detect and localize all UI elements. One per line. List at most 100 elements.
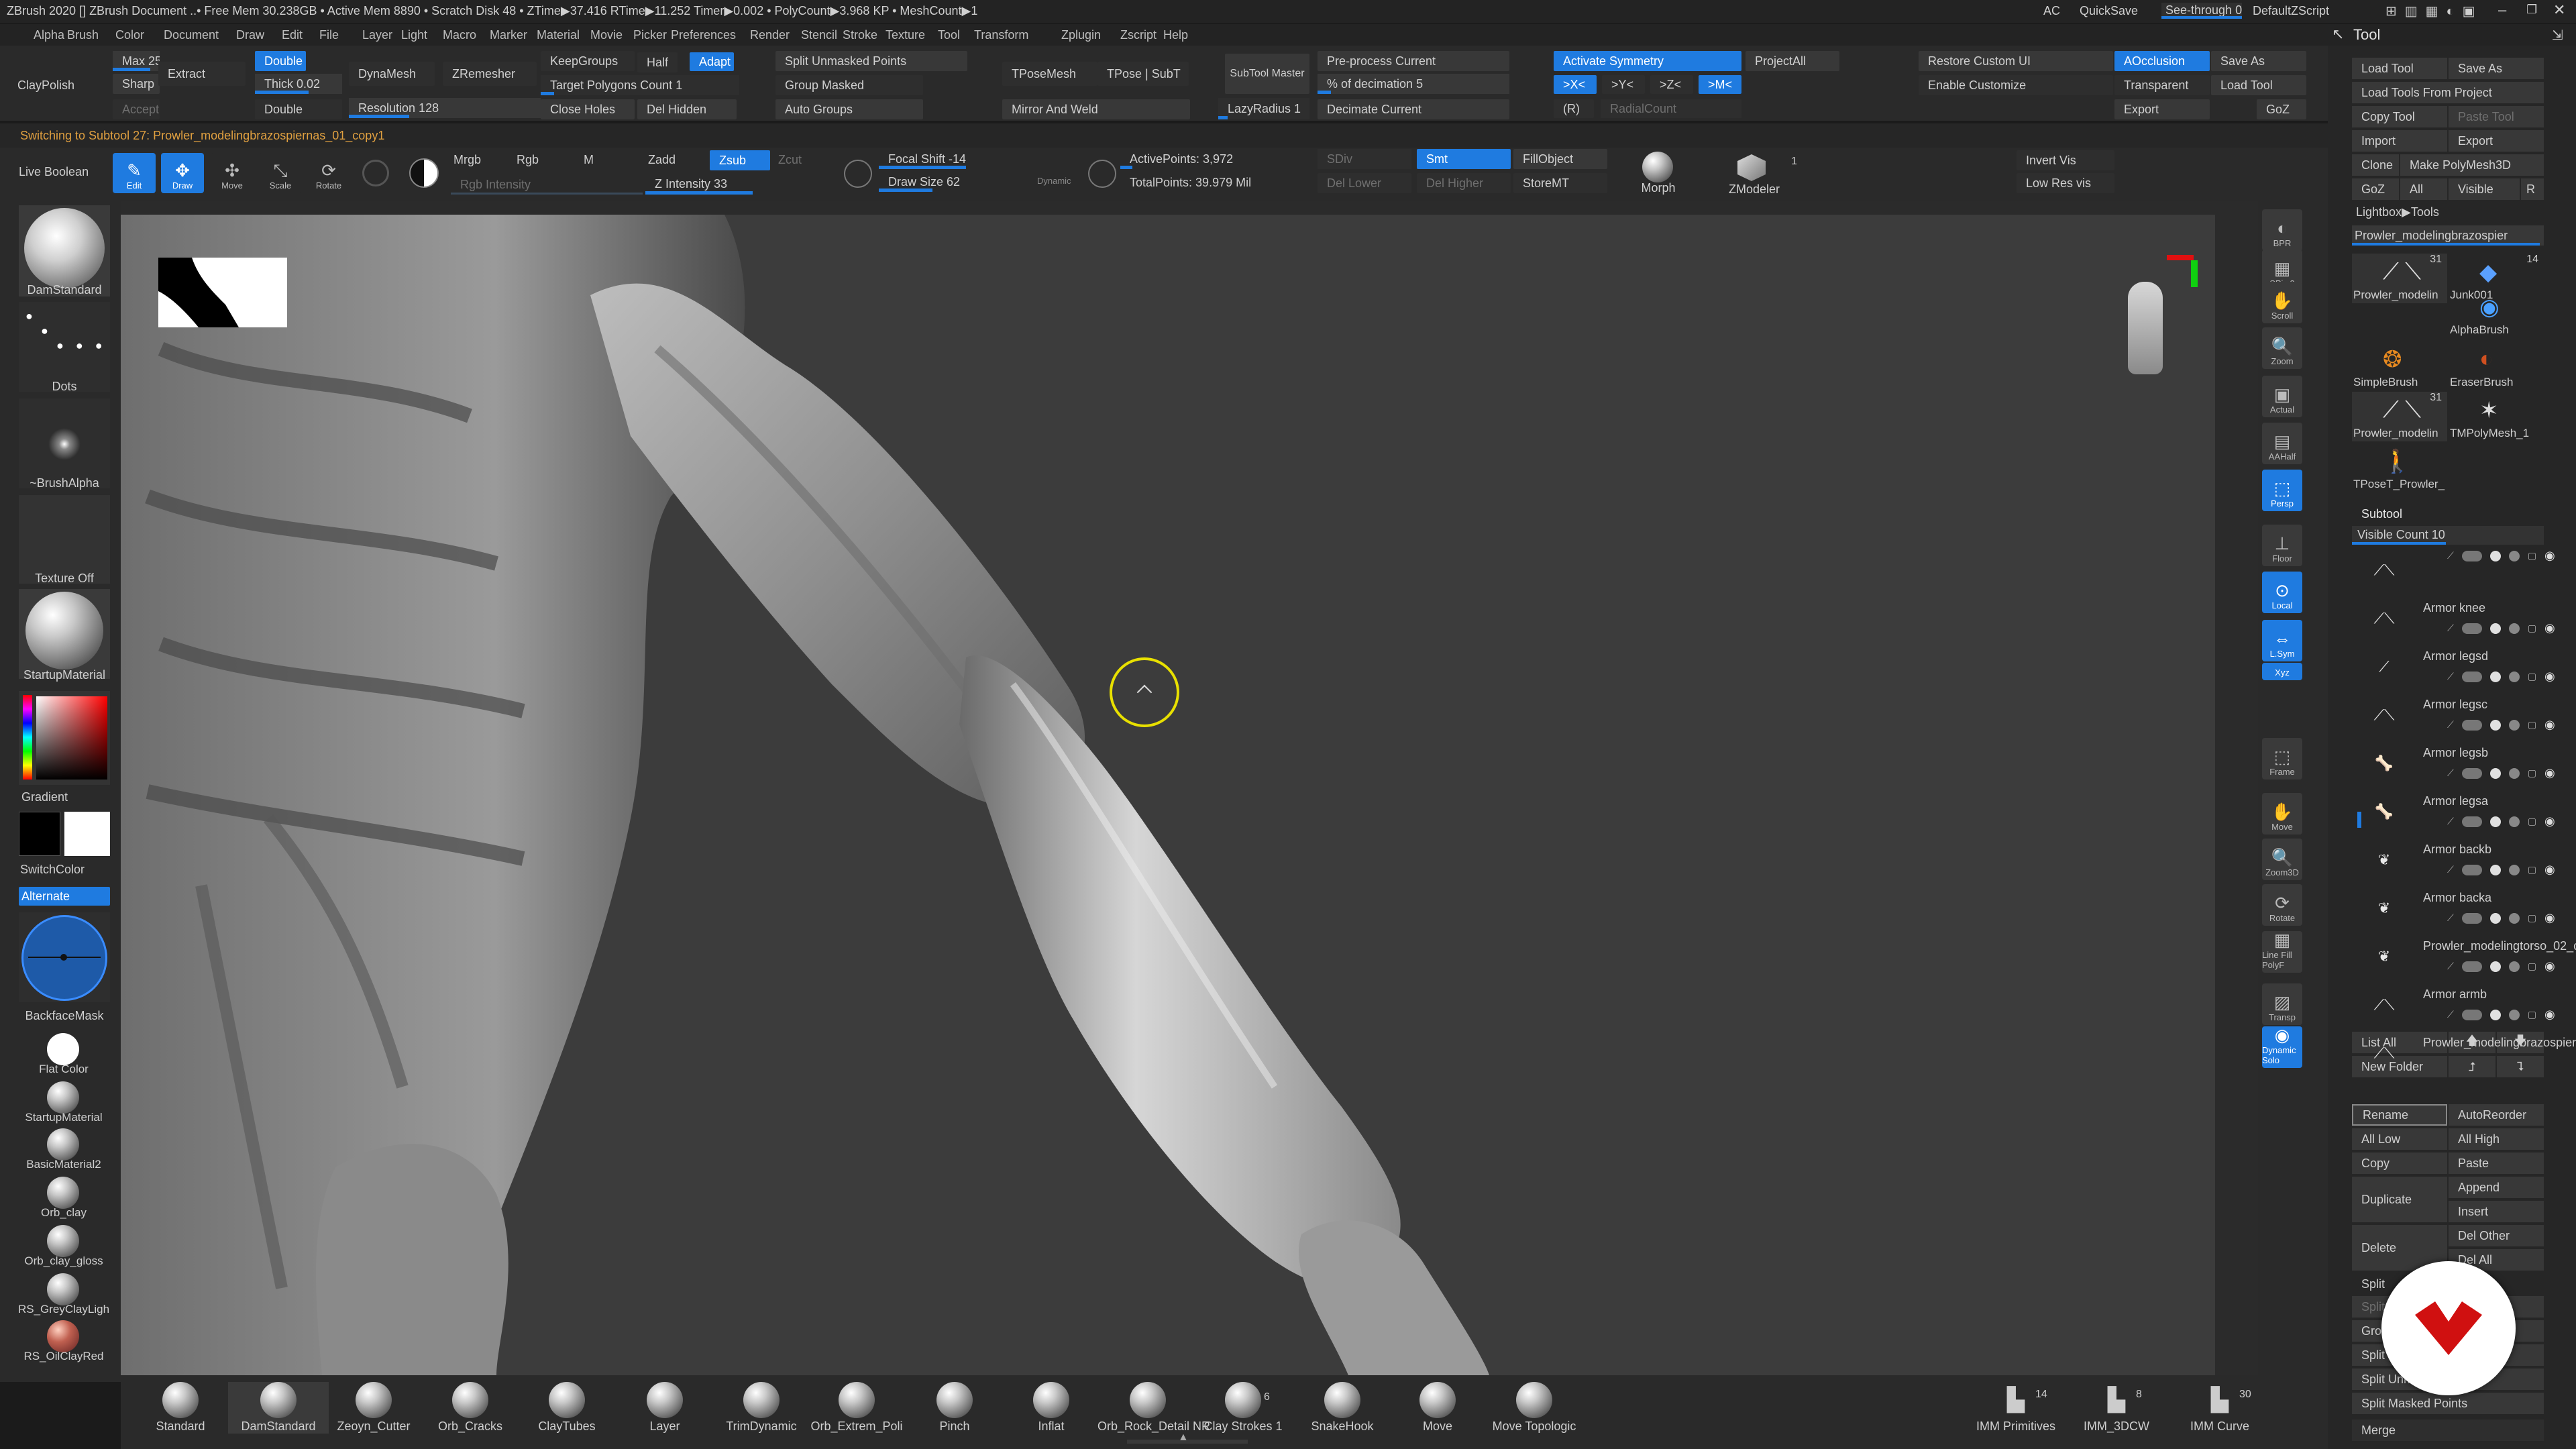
load-from-project-button[interactable]: Load Tools From Project	[2352, 82, 2544, 103]
right-shelf-move-button[interactable]: ✋ Move	[2262, 793, 2302, 835]
restore-icon[interactable]: ❐	[2526, 3, 2537, 17]
load-tool-button[interactable]: Load Tool	[2352, 58, 2447, 79]
subtool-dot2-icon[interactable]	[2508, 671, 2520, 682]
edit-mode-button[interactable]: ✎ Edit	[113, 153, 156, 193]
zadd-button[interactable]: Zadd	[648, 153, 676, 167]
color-hue-strip[interactable]	[23, 695, 32, 780]
resolution-slider[interactable]: Resolution 128	[349, 98, 541, 118]
right-shelf-rotate-button[interactable]: ⟳ Rotate	[2262, 884, 2302, 926]
restore-custom-button[interactable]: Restore Custom UI	[1919, 51, 2113, 71]
bottom-brush-pinch[interactable]: Pinch	[904, 1382, 1005, 1434]
top-load-tool-button[interactable]: Load Tool	[2211, 75, 2306, 95]
dynamic-toggle[interactable]: Dynamic	[1037, 176, 1071, 186]
polypaint-toggle[interactable]	[2461, 550, 2482, 561]
sym-x-button[interactable]: >X<	[1554, 75, 1597, 94]
subtool-eye-icon[interactable]: ◉	[2544, 669, 2555, 684]
subtool-dot-icon[interactable]	[2489, 550, 2501, 561]
subtool-eye-icon[interactable]: ◉	[2544, 863, 2555, 877]
double-button[interactable]: Double	[255, 51, 306, 71]
subtool-dot2-icon[interactable]	[2508, 912, 2520, 924]
lazy-radius-slider[interactable]: LazyRadius 1	[1218, 98, 1309, 119]
sculpt-model[interactable]	[121, 215, 2215, 1375]
subtool-brush-icon[interactable]: ⟋	[2447, 1009, 2454, 1020]
bottom-brush-zeoyn-cutter[interactable]: Zeoyn_Cutter	[323, 1382, 424, 1434]
menu-marker[interactable]: Marker	[490, 28, 527, 42]
subtool-controls[interactable]: ⟋ ▢ ◉	[2447, 863, 2555, 877]
right-shelf-persp-button[interactable]: ⬚ Persp	[2262, 470, 2302, 511]
bottom-brush-move[interactable]: Move	[1387, 1382, 1488, 1434]
bottom-brush-damstandard[interactable]: DamStandard	[228, 1382, 329, 1434]
tool-thumb-5[interactable]: ⟋ ⟍ 31 Prowler_modelin	[2352, 392, 2447, 441]
stroke-thumb[interactable]: ● ● ●●● ●	[19, 302, 138, 392]
save-as-button[interactable]: Save As	[2449, 58, 2544, 79]
default-zscript-button[interactable]: DefaultZScript	[2253, 4, 2329, 18]
split-unmasked-button[interactable]: Split Unmasked Points	[775, 51, 967, 71]
low-res-vis-button[interactable]: Low Res vis	[2017, 173, 2114, 193]
subtool-folder-icon[interactable]: ▢	[2528, 623, 2536, 634]
right-shelf-transp-button[interactable]: ▨ Transp	[2262, 983, 2302, 1025]
bottom-brush-trimdynamic[interactable]: TrimDynamic	[711, 1382, 812, 1434]
polypaint-toggle[interactable]	[2461, 1009, 2482, 1020]
bottom-brush-inflat[interactable]: Inflat	[1001, 1382, 1102, 1434]
right-shelf-solo-button[interactable]: ◉ Dynamic Solo	[2262, 1026, 2302, 1068]
import-button[interactable]: Import	[2352, 130, 2447, 152]
subtool-dot-icon[interactable]	[2489, 912, 2501, 924]
imm-brush-0[interactable]: ▙ 14 IMM Primitives	[1966, 1382, 2066, 1434]
subtool-eye-icon[interactable]: ◉	[2544, 766, 2555, 780]
subtool-brush-icon[interactable]: ⟋	[2447, 719, 2454, 731]
subtool-brush-icon[interactable]: ⟋	[2447, 550, 2454, 561]
subtool-brush-icon[interactable]: ⟋	[2447, 864, 2454, 875]
menu-edit[interactable]: Edit	[282, 28, 303, 42]
activate-symmetry-button[interactable]: Activate Symmetry	[1554, 51, 1741, 71]
material-4-icon[interactable]	[47, 1225, 79, 1257]
subtool-dot-icon[interactable]	[2489, 623, 2501, 634]
right-shelf-zoom-button[interactable]: 🔍 Zoom	[2262, 327, 2302, 369]
del-lower-button[interactable]: Del Lower	[1318, 173, 1411, 193]
menu-tool[interactable]: Tool	[938, 28, 960, 42]
material-thumb[interactable]	[19, 589, 110, 679]
right-shelf-floor-button[interactable]: ⊥ Floor	[2262, 525, 2302, 566]
tool-thumb-0[interactable]: ⟋ ⟍ 31 Prowler_modelin	[2352, 254, 2447, 303]
extract-button[interactable]: Extract	[158, 62, 246, 86]
see-through-slider[interactable]: See-through 0	[2161, 3, 2242, 19]
target-polygons-slider[interactable]: Target Polygons Count 1	[541, 75, 739, 95]
subtool-dot-icon[interactable]	[2489, 816, 2501, 827]
menu-color[interactable]: Color	[115, 28, 144, 42]
all-button[interactable]: All	[2400, 178, 2447, 200]
gizmo-circle-icon[interactable]	[362, 160, 389, 186]
subtool-eye-icon[interactable]: ◉	[2544, 1008, 2555, 1022]
polypaint-toggle[interactable]	[2461, 623, 2482, 634]
paste-button[interactable]: Paste	[2449, 1152, 2544, 1174]
bottom-brush-orb-extrem-poli[interactable]: Orb_Extrem_Poli	[806, 1382, 907, 1434]
morph-sphere-icon[interactable]	[1642, 152, 1673, 182]
subtool-dot2-icon[interactable]	[2508, 550, 2520, 561]
menu-material[interactable]: Material	[537, 28, 580, 42]
subtool-controls[interactable]: ⟋ ▢ ◉	[2447, 669, 2555, 684]
claypolish-button[interactable]: ClayPolish	[8, 67, 107, 103]
subtool-folder-icon[interactable]: ▢	[2528, 767, 2536, 779]
menu-alpha[interactable]: Alpha	[34, 28, 64, 42]
right-shelf-zoom3d-button[interactable]: 🔍 Zoom3D	[2262, 839, 2302, 880]
radial-count-slider[interactable]: RadialCount	[1601, 99, 1741, 118]
smt-button[interactable]: Smt	[1417, 149, 1511, 169]
subtool-eye-icon[interactable]: ◉	[2544, 621, 2555, 635]
bottom-brush-move-topologic[interactable]: Move Topologic	[1484, 1382, 1585, 1434]
subtool-folder-icon[interactable]: ▢	[2528, 912, 2536, 924]
secondary-color-swatch[interactable]	[64, 812, 110, 856]
subtool-dot-icon[interactable]	[2489, 671, 2501, 682]
draw-mode-button[interactable]: ✥ Draw	[161, 153, 204, 193]
menu-zplugin[interactable]: Zplugin	[1061, 28, 1101, 42]
subtool-dot2-icon[interactable]	[2508, 864, 2520, 875]
menu-transform[interactable]: Transform	[974, 28, 1028, 42]
polypaint-toggle[interactable]	[2461, 816, 2482, 827]
sdiv-slider[interactable]: SDiv	[1318, 149, 1411, 169]
subtool-folder-icon[interactable]: ▢	[2528, 671, 2536, 682]
subtool-row[interactable]: ❦ Armor backa ⟋ ▢ ◉	[2356, 887, 2555, 934]
tool-thumb-4[interactable]: ◐ EraserBrush	[2449, 341, 2544, 390]
sym-m-button[interactable]: >M<	[1699, 75, 1741, 94]
storemt-button[interactable]: StoreMT	[1513, 173, 1607, 193]
subtool-controls[interactable]: ⟋ ▢ ◉	[2447, 621, 2555, 635]
scale-mode-button[interactable]: ⤡ Scale	[259, 153, 302, 193]
focal-shift-icon[interactable]	[844, 160, 872, 188]
enable-customize-button[interactable]: Enable Customize	[1919, 75, 2113, 95]
